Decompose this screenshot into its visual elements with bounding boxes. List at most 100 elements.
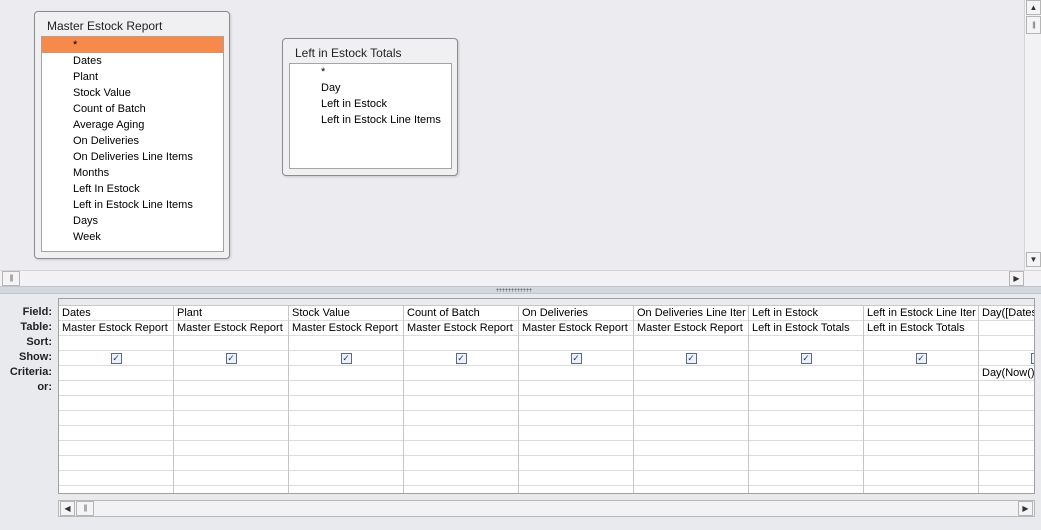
or-cell[interactable] (864, 381, 978, 396)
grid-column[interactable]: Left in Estock Left in Estock Totals ✓ (749, 306, 864, 493)
empty-cell[interactable] (749, 441, 863, 456)
empty-cell[interactable] (289, 411, 403, 426)
grid-column[interactable]: On Deliveries Line Iter Master Estock Rep… (634, 306, 749, 493)
empty-cell[interactable] (634, 426, 748, 441)
field-list-item[interactable]: Stock Value (42, 85, 223, 101)
empty-cell[interactable] (404, 426, 518, 441)
field-list-item[interactable]: Months (42, 165, 223, 181)
empty-cell[interactable] (979, 411, 1034, 426)
show-checkbox[interactable]: ✓ (685, 352, 697, 364)
show-checkbox[interactable]: ✓ (455, 352, 467, 364)
show-cell[interactable]: ✓ (289, 351, 403, 366)
criteria-cell[interactable] (864, 366, 978, 381)
empty-cell[interactable] (174, 426, 288, 441)
empty-cell[interactable] (519, 411, 633, 426)
empty-cell[interactable] (404, 456, 518, 471)
grid-column[interactable]: Plant Master Estock Report ✓ (174, 306, 289, 493)
field-list-item[interactable]: Week (42, 229, 223, 245)
scroll-down-button[interactable]: ▼ (1026, 252, 1041, 267)
empty-cell[interactable] (749, 471, 863, 486)
empty-cell[interactable] (749, 456, 863, 471)
field-list-item[interactable]: Plant (42, 69, 223, 85)
table-left-in-estock-totals[interactable]: Left in Estock Totals * Day Left in Estock… (282, 38, 458, 176)
or-cell[interactable] (634, 381, 748, 396)
empty-cell[interactable] (634, 456, 748, 471)
empty-cell[interactable] (864, 471, 978, 486)
criteria-cell[interactable] (749, 366, 863, 381)
field-cell[interactable]: Plant (174, 306, 288, 321)
table-cell[interactable] (979, 321, 1034, 336)
sort-cell[interactable] (404, 336, 518, 351)
show-checkbox[interactable]: ✓ (800, 352, 812, 364)
empty-cell[interactable] (634, 396, 748, 411)
empty-cell[interactable] (174, 456, 288, 471)
empty-cell[interactable] (174, 471, 288, 486)
table-cell[interactable]: Master Estock Report (404, 321, 518, 336)
sort-cell[interactable] (59, 336, 173, 351)
table-cell[interactable]: Master Estock Report (634, 321, 748, 336)
splitter-grip-icon[interactable] (496, 288, 532, 292)
table-title[interactable]: Master Estock Report (47, 19, 162, 33)
field-list-item[interactable]: Count of Batch (42, 101, 223, 117)
field-cell[interactable]: On Deliveries (519, 306, 633, 321)
empty-cell[interactable] (979, 426, 1034, 441)
field-list-item[interactable]: On Deliveries Line Items (42, 149, 223, 165)
column-selector-strip[interactable] (59, 299, 1034, 306)
grid-column[interactable]: Dates Master Estock Report ✓ (59, 306, 174, 493)
show-checkbox[interactable]: ✓ (570, 352, 582, 364)
show-cell[interactable]: ✓ (174, 351, 288, 366)
sort-cell[interactable] (289, 336, 403, 351)
pane-splitter[interactable] (0, 286, 1041, 294)
empty-cell[interactable] (289, 426, 403, 441)
field-cell[interactable]: Day([Dates (979, 306, 1034, 321)
field-list-item[interactable]: Average Aging (42, 117, 223, 133)
field-list[interactable]: * Dates Plant Stock Value Count of Batch Aver… (41, 36, 224, 252)
criteria-cell[interactable] (59, 366, 173, 381)
empty-cell[interactable] (289, 456, 403, 471)
show-checkbox[interactable]: ✓ (340, 352, 352, 364)
empty-cell[interactable] (864, 426, 978, 441)
empty-cell[interactable] (59, 396, 173, 411)
field-list-item[interactable]: Left in Estock Line Items (290, 112, 451, 128)
empty-cell[interactable] (59, 426, 173, 441)
empty-cell[interactable] (519, 441, 633, 456)
empty-cell[interactable] (634, 471, 748, 486)
show-cell[interactable]: ✓ (634, 351, 748, 366)
empty-cell[interactable] (174, 441, 288, 456)
or-cell[interactable] (749, 381, 863, 396)
empty-cell[interactable] (519, 396, 633, 411)
grid-column[interactable]: Stock Value Master Estock Report ✓ (289, 306, 404, 493)
empty-cell[interactable] (749, 426, 863, 441)
show-cell[interactable]: ✓ (404, 351, 518, 366)
criteria-cell[interactable] (404, 366, 518, 381)
field-list-item[interactable]: Day (290, 80, 451, 96)
field-list-item[interactable]: Left in Estock (290, 96, 451, 112)
empty-cell[interactable] (404, 441, 518, 456)
empty-cell[interactable] (519, 426, 633, 441)
empty-cell[interactable] (864, 396, 978, 411)
field-list-item[interactable]: * (290, 64, 451, 80)
field-list-item[interactable]: Left In Estock (42, 181, 223, 197)
criteria-cell[interactable] (519, 366, 633, 381)
or-cell[interactable] (404, 381, 518, 396)
show-checkbox[interactable]: ✓ (225, 352, 237, 364)
grid-horizontal-scrollbar[interactable]: ◀ ||| ▶ (58, 500, 1035, 517)
horizontal-scrollbar[interactable]: ||| ▶ (0, 270, 1041, 287)
field-list-item[interactable]: On Deliveries (42, 133, 223, 149)
field-cell[interactable]: Stock Value (289, 306, 403, 321)
empty-cell[interactable] (864, 441, 978, 456)
empty-cell[interactable] (289, 471, 403, 486)
empty-cell[interactable] (174, 396, 288, 411)
or-cell[interactable] (979, 381, 1034, 396)
or-cell[interactable] (519, 381, 633, 396)
show-cell[interactable]: ✓ (519, 351, 633, 366)
empty-cell[interactable] (59, 411, 173, 426)
field-cell[interactable]: Left in Estock (749, 306, 863, 321)
empty-cell[interactable] (59, 441, 173, 456)
grid-column[interactable]: Left in Estock Line Iter Left in Estock T… (864, 306, 979, 493)
empty-cell[interactable] (979, 441, 1034, 456)
empty-cell[interactable] (634, 411, 748, 426)
table-title[interactable]: Left in Estock Totals (295, 46, 402, 60)
empty-cell[interactable] (864, 456, 978, 471)
empty-cell[interactable] (404, 396, 518, 411)
